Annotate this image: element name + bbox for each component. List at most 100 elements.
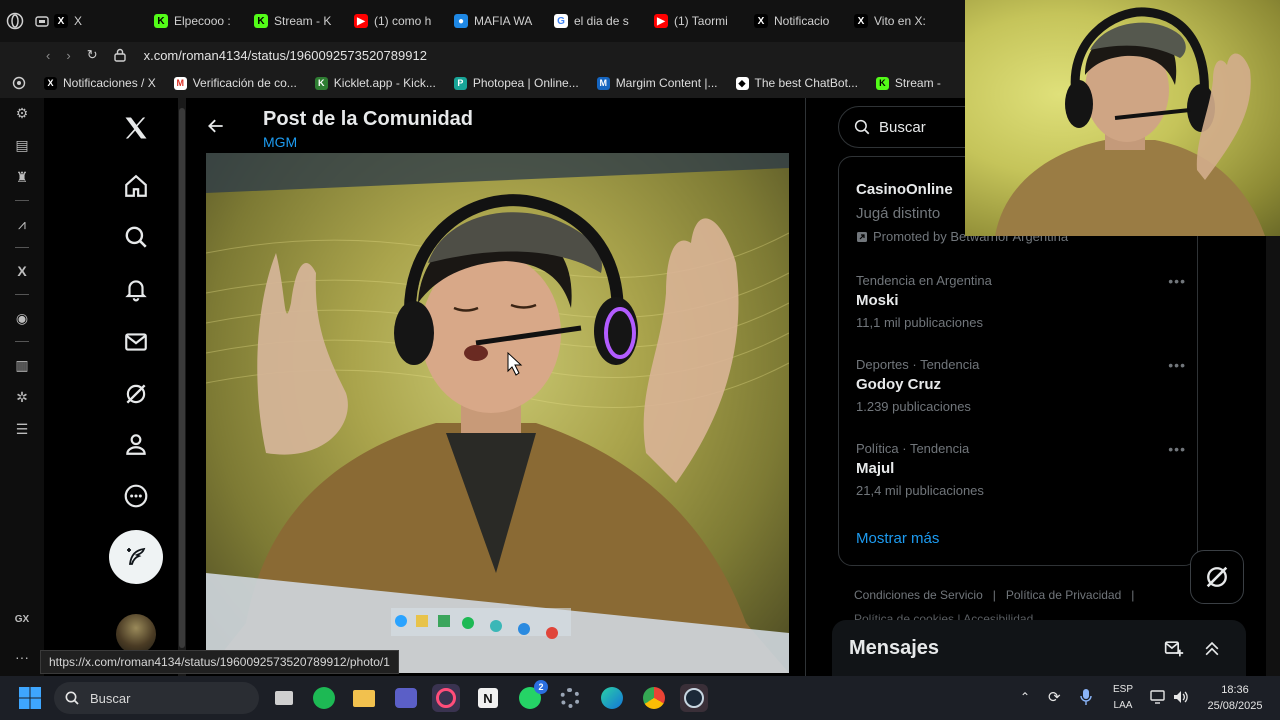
- left-scrollbar[interactable]: [178, 98, 186, 676]
- volume-icon[interactable]: [1172, 689, 1188, 705]
- grok-icon[interactable]: [122, 380, 150, 408]
- forward-nav-icon[interactable]: ›: [66, 48, 70, 63]
- compose-post-button[interactable]: [109, 530, 163, 584]
- left-scrollbar-thumb[interactable]: [179, 108, 185, 648]
- browser-tab[interactable]: ● MAFIA WA: [444, 0, 544, 42]
- notion-icon[interactable]: N: [474, 684, 502, 712]
- post-column: Post de la Comunidad MGM: [186, 98, 806, 676]
- cookies-link[interactable]: Política de cookies: [854, 612, 954, 620]
- show-more-link[interactable]: Mostrar más: [856, 530, 939, 547]
- bookmark-item[interactable]: K Stream -: [875, 76, 941, 90]
- screen: X X K Elpecooo : K Stream - K ▶ (1) como h ● MAFI…: [0, 0, 1280, 720]
- privacy-link[interactable]: Política de Privacidad: [1006, 588, 1121, 602]
- chrome-icon[interactable]: [640, 684, 668, 712]
- trend-item[interactable]: Deportes · Tendencia Godoy Cruz 1.239 pu…: [856, 357, 1186, 414]
- browser-tab[interactable]: X Notificacio: [744, 0, 844, 42]
- taskbar-search-icon: [65, 691, 79, 705]
- browser-tab-bar: X X K Elpecooo : K Stream - K ▶ (1) como h ● MAFI…: [0, 0, 965, 42]
- search-placeholder[interactable]: Buscar: [879, 119, 926, 136]
- bookmark-item[interactable]: M Verificación de co...: [173, 76, 297, 90]
- browser-tab[interactable]: Gel dia de s: [544, 0, 644, 42]
- messages-mail-icon[interactable]: [122, 328, 150, 356]
- account-avatar[interactable]: [116, 614, 156, 654]
- trend-more-icon[interactable]: •••: [1168, 357, 1186, 373]
- network-icon[interactable]: [1150, 689, 1166, 705]
- settings-gear-icon[interactable]: [556, 684, 584, 712]
- rail-divider: [15, 247, 29, 248]
- trend-item[interactable]: Tendencia en Argentina Moski 11,1 mil pu…: [856, 273, 1186, 330]
- browser-tab[interactable]: X Vito en X:: [844, 0, 944, 42]
- x-sidebar-icon[interactable]: X: [13, 262, 31, 280]
- snapshot-icon[interactable]: [12, 76, 26, 90]
- opera-menu-icon[interactable]: [6, 12, 24, 30]
- community-link[interactable]: MGM: [263, 134, 297, 150]
- browser-tab[interactable]: ▶ (1) Taormi: [644, 0, 744, 42]
- grok-floating-button[interactable]: [1190, 550, 1244, 604]
- browser-tab[interactable]: K Stream - K: [244, 0, 344, 42]
- bookmark-item[interactable]: X Notificaciones / X: [44, 76, 156, 90]
- expand-chevron-icon[interactable]: [1202, 638, 1222, 658]
- browser-tab[interactable]: K Elpecooo :: [144, 0, 244, 42]
- taskbar-search[interactable]: Buscar: [54, 682, 259, 714]
- bookmark-item[interactable]: ◆ The best ChatBot...: [735, 76, 858, 90]
- promo-name[interactable]: CasinoOnline: [856, 181, 953, 198]
- sync-icon[interactable]: ⟳: [1048, 688, 1061, 706]
- system-clock[interactable]: 18:36 25/08/2025: [1200, 682, 1270, 714]
- bookmark-item[interactable]: P Photopea | Online...: [453, 76, 579, 90]
- trend-name: Godoy Cruz: [856, 376, 941, 393]
- windows-start-icon[interactable]: [18, 686, 42, 710]
- settings-rail-icon[interactable]: ☰: [13, 420, 31, 438]
- gx-control-icon[interactable]: ⚙: [13, 104, 31, 122]
- history-icon[interactable]: ▥: [13, 356, 31, 374]
- post-photo[interactable]: [206, 153, 789, 673]
- back-arrow-icon[interactable]: [206, 116, 226, 141]
- x-logo-icon[interactable]: [122, 114, 150, 142]
- spotify-icon[interactable]: [310, 684, 338, 712]
- opera-gx-taskbar-icon[interactable]: [432, 684, 460, 712]
- file-explorer-icon[interactable]: [350, 684, 378, 712]
- messages-drawer[interactable]: Mensajes: [832, 620, 1246, 676]
- more-rail-icon[interactable]: ···: [13, 648, 31, 666]
- player-icon[interactable]: ◉: [13, 309, 31, 327]
- reload-icon[interactable]: ↻: [87, 47, 98, 63]
- extensions-icon[interactable]: ✲: [13, 388, 31, 406]
- tray-overflow-chevron-icon[interactable]: ⌃: [1020, 690, 1030, 704]
- news-icon[interactable]: ▤: [13, 136, 31, 154]
- tab-favicon-icon: ●: [454, 14, 468, 28]
- tab-list: X X K Elpecooo : K Stream - K ▶ (1) como h ● MAFI…: [44, 0, 944, 42]
- microphone-icon[interactable]: [1080, 688, 1092, 706]
- footer-links: Condiciones de Servicio | Política de Pr…: [854, 588, 1134, 602]
- profile-icon[interactable]: [122, 430, 150, 458]
- bookmark-label: Verificación de co...: [192, 76, 297, 90]
- trend-context: Política · Tendencia: [856, 441, 970, 456]
- gx-label[interactable]: GX: [13, 610, 31, 628]
- explore-search-icon[interactable]: [122, 223, 150, 251]
- whatsapp-icon[interactable]: 2: [516, 680, 548, 712]
- url-text[interactable]: x.com/roman4134/status/19600925735207899…: [144, 48, 427, 63]
- trend-more-icon[interactable]: •••: [1168, 273, 1186, 289]
- lock-icon[interactable]: [113, 48, 126, 62]
- browser-tab[interactable]: ▶ (1) como h: [344, 0, 444, 42]
- accessibility-link[interactable]: Accesibilidad: [963, 612, 1033, 620]
- bookmark-item[interactable]: K Kicklet.app - Kick...: [314, 76, 436, 90]
- more-options-icon[interactable]: [122, 482, 150, 510]
- cleaner-icon[interactable]: ♜: [13, 168, 31, 186]
- bookmark-label: Notificaciones / X: [63, 76, 156, 90]
- edge-icon[interactable]: [598, 684, 626, 712]
- trend-more-icon[interactable]: •••: [1168, 441, 1186, 457]
- browser-tab[interactable]: XX: [44, 0, 144, 42]
- kick-icon[interactable]: ⩘: [13, 215, 31, 233]
- notifications-bell-icon[interactable]: [122, 275, 150, 303]
- steam-icon[interactable]: [680, 684, 708, 712]
- bookmark-item[interactable]: M Margim Content |...: [596, 76, 718, 90]
- back-nav-icon[interactable]: ‹: [46, 48, 50, 63]
- home-icon[interactable]: [122, 172, 150, 200]
- input-language[interactable]: ESP LAA: [1108, 682, 1138, 714]
- trend-item[interactable]: Política · Tendencia Majul 21,4 mil publ…: [856, 441, 1186, 498]
- bookmark-favicon-icon: P: [453, 76, 467, 90]
- terms-link[interactable]: Condiciones de Servicio: [854, 588, 983, 602]
- teams-icon[interactable]: [392, 684, 420, 712]
- tab-label: Notificacio: [774, 14, 830, 28]
- task-view-icon[interactable]: [270, 684, 298, 712]
- new-message-icon[interactable]: [1164, 638, 1184, 658]
